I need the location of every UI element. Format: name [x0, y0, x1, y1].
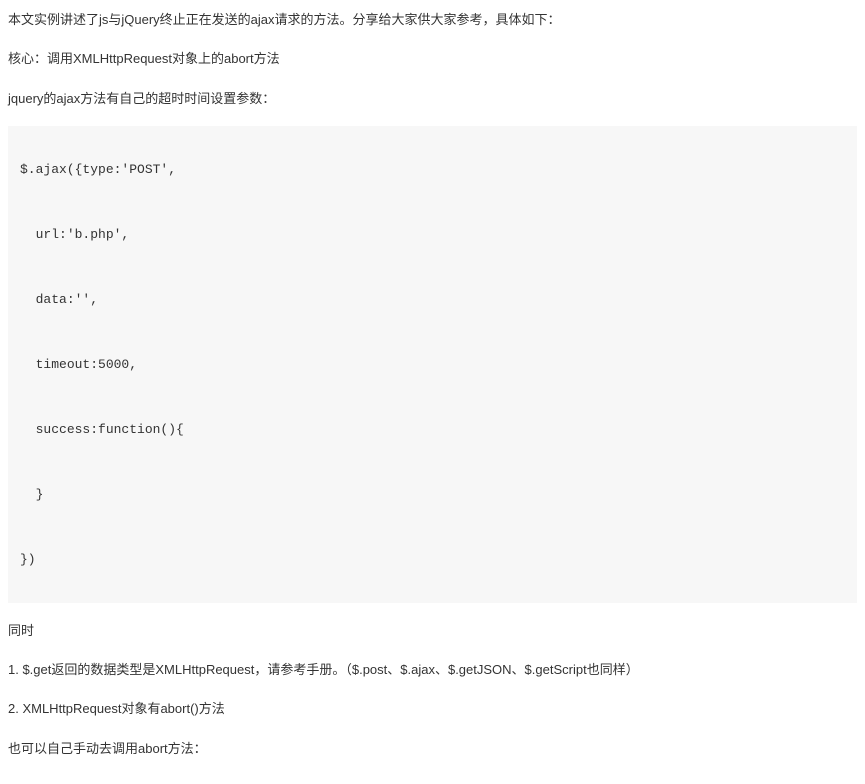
paragraph-point1: 1. $.get返回的数据类型是XMLHttpRequest，请参考手册。（$.… — [8, 658, 857, 681]
code-line: } — [20, 485, 845, 505]
paragraph-jquery-param: jquery的ajax方法有自己的超时时间设置参数： — [8, 87, 857, 110]
code-line: }) — [20, 550, 845, 570]
code-block-ajax: $.ajax({type:'POST', url:'b.php', data:'… — [8, 126, 857, 603]
code-line: timeout:5000, — [20, 355, 845, 375]
code-line: $.ajax({type:'POST', — [20, 160, 845, 180]
code-line: success:function(){ — [20, 420, 845, 440]
code-line: data:'', — [20, 290, 845, 310]
paragraph-manual: 也可以自己手动去调用abort方法： — [8, 737, 857, 760]
paragraph-meanwhile: 同时 — [8, 619, 857, 642]
paragraph-point2: 2. XMLHttpRequest对象有abort()方法 — [8, 697, 857, 720]
code-line: url:'b.php', — [20, 225, 845, 245]
paragraph-intro: 本文实例讲述了js与jQuery终止正在发送的ajax请求的方法。分享给大家供大… — [8, 8, 857, 31]
paragraph-core: 核心：调用XMLHttpRequest对象上的abort方法 — [8, 47, 857, 70]
